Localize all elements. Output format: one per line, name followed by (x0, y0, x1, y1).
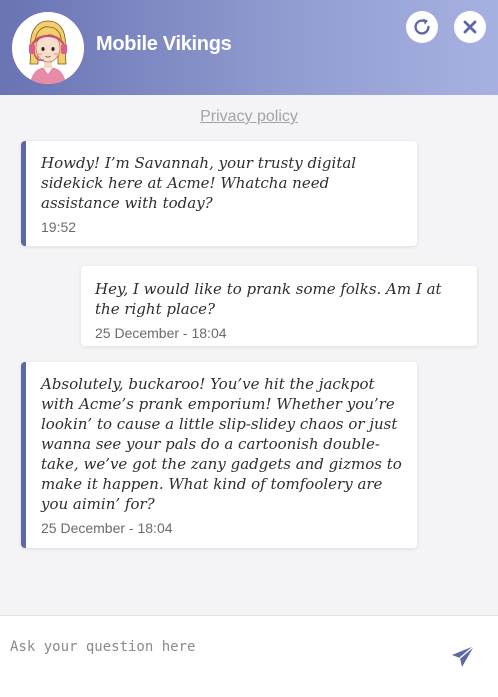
message-time: 19:52 (41, 219, 77, 235)
message-text: Hey, I would like to prank some folks. A… (95, 280, 442, 318)
user-message: Hey, I would like to prank some folks. A… (81, 266, 477, 346)
assistant-avatar (12, 12, 84, 84)
avatar-illustration-icon (12, 12, 84, 84)
chat-header: Mobile Vikings (0, 0, 498, 95)
message-text: Howdy! I’m Savannah, your trusty digital… (41, 154, 357, 212)
refresh-icon (414, 18, 430, 35)
close-button[interactable] (454, 11, 486, 43)
bot-message: Absolutely, buckaroo! You’ve hit the jac… (21, 362, 417, 548)
message-composer (0, 615, 498, 697)
bot-message: Howdy! I’m Savannah, your trusty digital… (21, 141, 417, 246)
chat-widget: Mobile Vikings Privacy policy Howdy! I’m… (0, 0, 498, 697)
privacy-policy-link[interactable]: Privacy policy (0, 108, 498, 126)
message-time: 25 December - 18:04 (95, 325, 227, 341)
question-input[interactable] (10, 634, 430, 660)
close-icon (463, 20, 477, 34)
send-button[interactable] (450, 644, 476, 670)
chat-title: Mobile Vikings (96, 33, 232, 55)
message-text: Absolutely, buckaroo! You’ve hit the jac… (41, 375, 402, 513)
send-icon (452, 645, 475, 667)
refresh-button[interactable] (406, 11, 438, 43)
message-time: 25 December - 18:04 (41, 520, 173, 536)
